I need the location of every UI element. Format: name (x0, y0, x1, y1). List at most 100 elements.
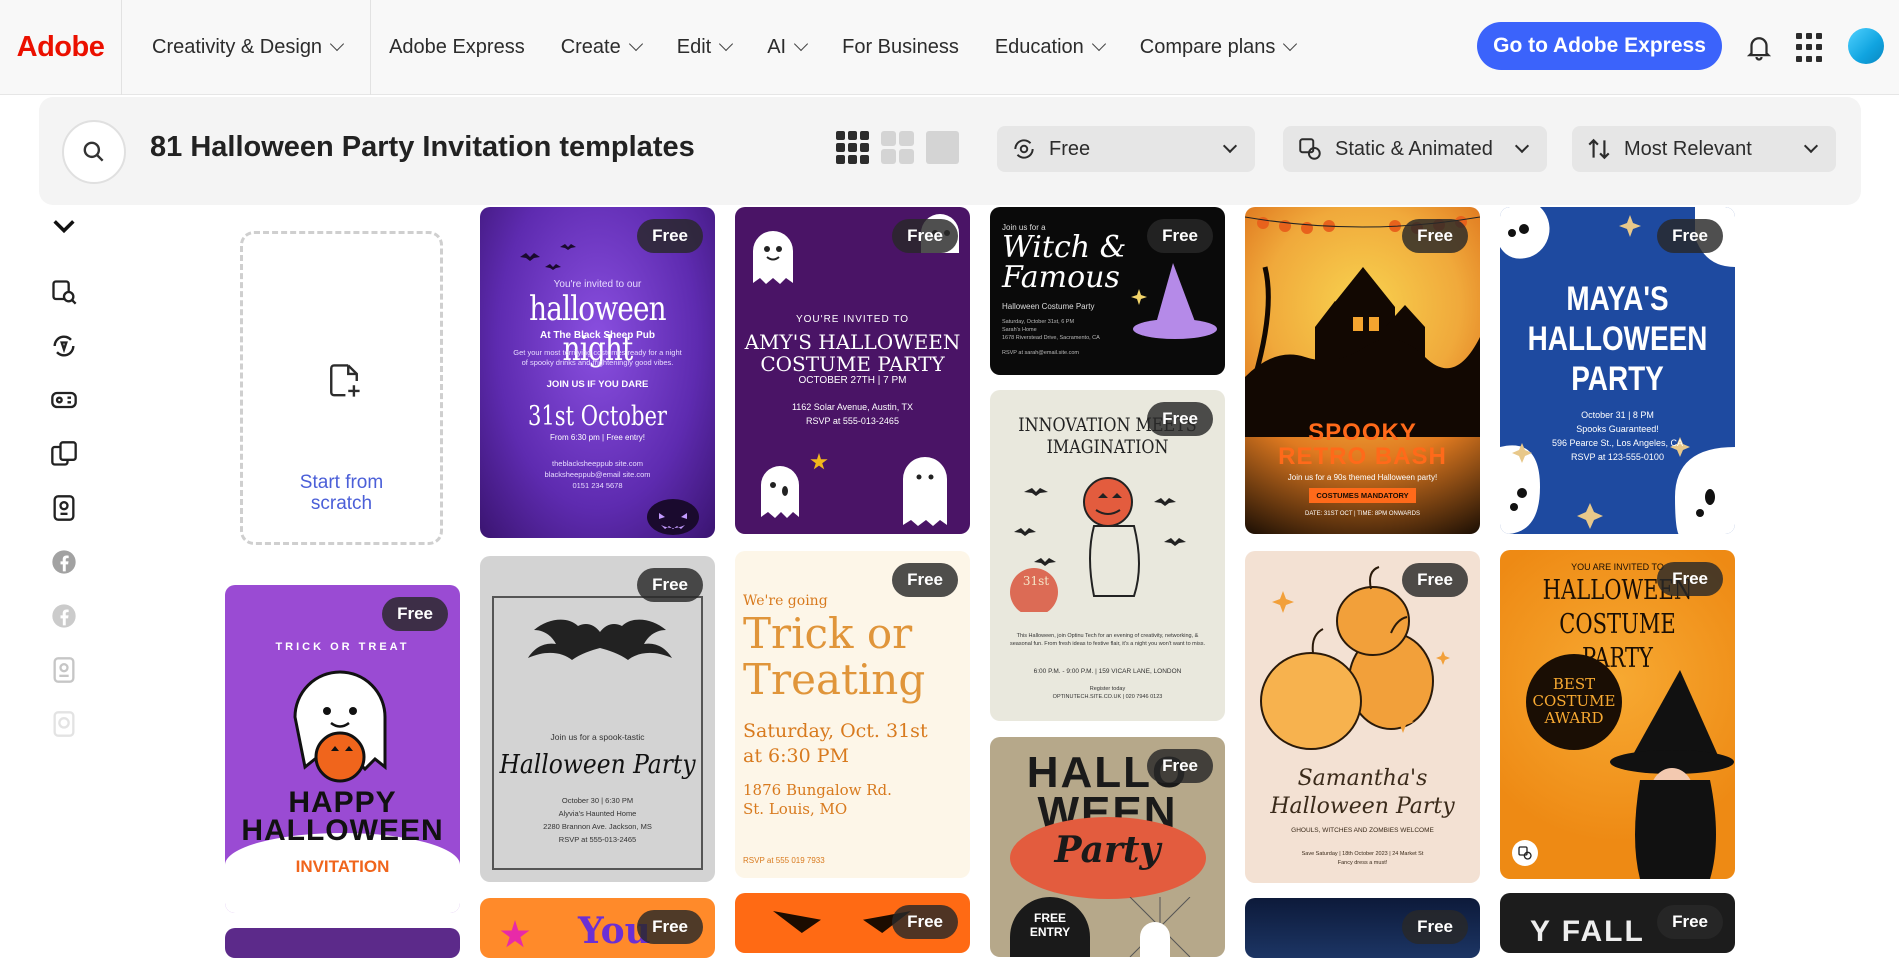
nav-item-label: Compare plans (1139, 35, 1276, 58)
medium-grid-view-icon[interactable] (881, 131, 915, 165)
template-card-you[interactable]: You Free (480, 898, 715, 958)
card-footer: DATE: 31ST OCT | TIME: 8PM ONWARDS (1305, 511, 1420, 517)
ghost-icon (761, 466, 799, 518)
nav-item-label: Edit (676, 35, 712, 58)
star-shape (500, 920, 530, 948)
template-card-halloween-party-retro[interactable]: HALLO WEEN Party FREE ENTRY Free (990, 737, 1225, 957)
template-card-trick-or-treating[interactable]: We're going Trick or Treating Saturday, … (735, 551, 970, 878)
card-date: 31st October (528, 401, 667, 432)
chevron-down-icon (1283, 36, 1298, 52)
sort-dropdown[interactable]: Most Relevant (1572, 126, 1836, 172)
card-date-line: at 6:30 PM (743, 745, 849, 767)
card-award-line: AWARD (1544, 709, 1604, 727)
free-badge: Free (892, 563, 958, 597)
chevron-down-icon (1222, 138, 1238, 154)
card-title-line: Samantha's (1297, 766, 1428, 791)
template-card-halloween-night[interactable]: You're invited to our halloween night At… (480, 207, 715, 538)
go-to-adobe-express-button[interactable]: Go to Adobe Express (1477, 22, 1722, 70)
card-rsvp: Register today (1089, 686, 1126, 692)
template-card-witch-famous[interactable]: Join us for a Witch & Famous Halloween C… (990, 207, 1225, 375)
nav-item-edit[interactable]: Edit (676, 35, 734, 59)
nav-item-for-business[interactable]: For Business (842, 36, 959, 59)
portrait-icon[interactable] (50, 656, 78, 684)
large-grid-view-icon[interactable] (836, 131, 870, 165)
facebook-icon[interactable] (50, 548, 78, 576)
story-icon[interactable] (50, 710, 78, 738)
card-intro: YOU'RE INVITED TO (795, 314, 909, 325)
card-award-line: BEST (1552, 675, 1596, 693)
nav-item-adobe-express[interactable]: Adobe Express (389, 36, 525, 59)
scratch-label-line2: scratch (310, 493, 373, 514)
avatar[interactable] (1848, 28, 1884, 64)
template-card-amys-party[interactable]: YOU'RE INVITED TO AMY'S HALLOWEEN COSTUM… (735, 207, 970, 534)
nav-item-create[interactable]: Create (561, 36, 643, 59)
scratch-label-line1: Start from (299, 472, 384, 493)
card-contact: blacksheeppub@email site.com (544, 470, 651, 479)
template-card-mayas-party[interactable]: MAYA'S HALLOWEEN PARTY October 31 | 8 PM… (1500, 207, 1735, 534)
bell-icon[interactable] (1744, 32, 1774, 62)
card-tag-line: FREE (1033, 911, 1066, 925)
free-badge: Free (1402, 910, 1468, 944)
card-subtitle: Halloween Costume Party (1002, 302, 1095, 311)
new-file-icon (330, 364, 360, 397)
card-title-line: Treating (743, 655, 926, 704)
search-button[interactable] (62, 120, 126, 184)
template-card-costume-party[interactable]: YOU ARE INVITED TO HALLOWEEN COSTUME PAR… (1500, 550, 1735, 879)
premium-icon[interactable] (50, 332, 78, 360)
nav-item-education[interactable]: Education (995, 36, 1106, 59)
chevron-down-icon (1514, 138, 1530, 154)
type-filter-value: Static & Animated (1335, 137, 1493, 160)
facebook-alt-icon[interactable] (50, 602, 78, 630)
card-subtitle: Join us for a 90s themed Halloween party… (1287, 473, 1438, 482)
template-card-pumpkin-face[interactable]: Free (735, 893, 970, 953)
single-view-icon[interactable] (926, 131, 960, 165)
witch-hat-illustration (1131, 263, 1217, 339)
card-details: Fancy dress a must! (1337, 860, 1388, 866)
collapse-chevron-icon[interactable] (50, 212, 78, 240)
template-card-innovation[interactable]: INNOVATION MEETS IMAGINATION 31st This H… (990, 390, 1225, 721)
card-date: OCTOBER 27TH | 7 PM (798, 375, 907, 386)
card-date: Saturday, Oct. 31st at 6:30 PM (743, 719, 928, 769)
card-intro: Join us for a spook-tastic (550, 732, 645, 742)
template-card-night[interactable]: Free (1245, 898, 1480, 958)
card-body: Get your most terrifying costumes ready … (513, 348, 682, 367)
template-card-spooky-retro[interactable]: SPOOKY RETRO BASH Join us for a 90s them… (1245, 207, 1480, 534)
search-templates-icon[interactable] (50, 278, 78, 306)
card-title: HAPPY HALLOWEEN (225, 788, 460, 846)
template-type-icon[interactable] (50, 440, 78, 468)
card-date: October 30 | 6:30 PM (561, 796, 634, 805)
animated-icon[interactable] (50, 386, 78, 414)
image-icon[interactable] (50, 494, 78, 522)
card-rsvp: RSVP at 555 019 7933 (743, 856, 825, 865)
card-title: Samantha's Halloween Party (1245, 765, 1480, 821)
price-filter-dropdown[interactable]: Free (997, 126, 1255, 172)
start-from-scratch-card[interactable]: Start from scratch (240, 231, 443, 545)
card-title-line: Famous (1002, 260, 1120, 295)
template-card-fall[interactable]: Y FALL Free (1500, 893, 1735, 953)
type-filter-dropdown[interactable]: Static & Animated (1283, 126, 1547, 172)
app-grid-icon[interactable] (1796, 33, 1826, 63)
card-tag-line: ENTRY (1029, 925, 1071, 939)
free-badge: Free (382, 597, 448, 631)
card-details: Saturday, October 31st, 6 PM Sarah's Hom… (1002, 318, 1100, 342)
start-from-scratch-label: Start from scratch (243, 472, 440, 514)
card-title: Trick or Treating (743, 611, 925, 703)
nav-item-label: Creativity & Design (152, 35, 323, 58)
template-card-bat-party[interactable]: Join us for a spook-tastic Halloween Par… (480, 556, 715, 882)
adobe-logo[interactable]: Adobe (0, 0, 122, 95)
card-title-line: SPOOKY (1308, 419, 1417, 446)
card-contact: theblacksheeppub site.com (552, 459, 643, 468)
card-award-line: COSTUME (1532, 692, 1616, 710)
nav-item-label: AI (767, 35, 787, 58)
nav-item-compare-plans[interactable]: Compare plans (1139, 35, 1298, 59)
template-card-happy-halloween[interactable]: TRICK OR TREAT HAPPY HALLOWEEN INVITATIO… (225, 585, 460, 913)
card-details: Save Saturday | 18th October 2023 | 24 M… (1301, 851, 1424, 857)
nav-item-ai[interactable]: AI (767, 35, 809, 59)
card-address: 596 Pearce St., Los Angeles, CA (1551, 438, 1684, 448)
nav-item-creativity-design[interactable]: Creativity & Design (152, 35, 345, 59)
template-card-samanthas-party[interactable]: Samantha's Halloween Party GHOULS, WITCH… (1245, 551, 1480, 883)
template-card-purple[interactable] (225, 928, 460, 958)
card-subtitle: INVITATION (295, 857, 390, 876)
search-icon (83, 141, 104, 162)
card-title: AMY'S HALLOWEEN (744, 330, 961, 354)
